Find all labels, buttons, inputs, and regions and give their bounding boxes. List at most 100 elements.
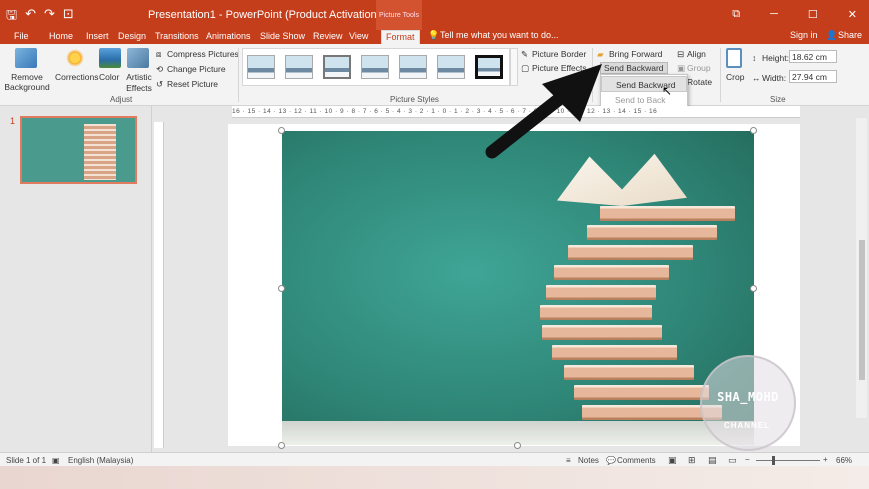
book <box>568 245 693 260</box>
ribbon-display-icon[interactable]: ⧉ <box>732 8 740 21</box>
height-label: Height: <box>762 53 789 63</box>
picture-styles-gallery <box>242 48 510 86</box>
normal-view-icon[interactable]: ▣ <box>668 455 677 466</box>
sign-in-link[interactable]: Sign in <box>790 30 818 40</box>
undo-icon[interactable]: ↶ <box>25 6 36 28</box>
book <box>546 285 656 300</box>
corrections-button[interactable]: Corrections <box>55 72 98 82</box>
width-icon: ↔ <box>752 73 761 83</box>
save-icon[interactable]: 🖫 <box>6 6 17 28</box>
share-button[interactable]: Share <box>838 30 862 40</box>
scrollbar-thumb[interactable] <box>859 240 865 380</box>
resize-handle[interactable] <box>750 285 757 292</box>
corrections-icon <box>64 48 86 68</box>
maximize-icon[interactable]: ☐ <box>808 8 818 21</box>
remove-background-button[interactable]: Remove Background <box>4 72 50 92</box>
style-thumb[interactable] <box>247 55 275 79</box>
tab-view[interactable]: View <box>349 30 368 44</box>
language-indicator[interactable]: English (Malaysia) <box>68 456 133 465</box>
status-bar: Slide 1 of 1 ▣ English (Malaysia) ≡ Note… <box>0 452 869 466</box>
width-input[interactable]: 27.94 cm <box>789 70 837 83</box>
book <box>540 305 652 320</box>
ribbon-tabs: File Home Insert Design Transitions Animation… <box>0 30 869 44</box>
style-thumb[interactable] <box>361 55 389 79</box>
minimize-icon[interactable]: ─ <box>770 8 778 21</box>
mouse-cursor-icon: ↖ <box>662 84 673 98</box>
book <box>600 206 735 221</box>
book <box>587 225 717 240</box>
zoom-level[interactable]: 66% <box>836 456 852 465</box>
artistic-effects-button[interactable]: Artistic Effects <box>124 72 154 94</box>
height-icon: ↕ <box>752 53 757 63</box>
slide-count: Slide 1 of 1 <box>6 456 47 465</box>
tab-insert[interactable]: Insert <box>86 30 109 44</box>
ribbon: Remove Background Corrections Color Arti… <box>0 44 869 106</box>
quick-access-toolbar: 🖫 ↶ ↷ ⊡ <box>6 6 74 28</box>
books-picture[interactable] <box>282 131 754 445</box>
book <box>542 325 662 340</box>
tab-home[interactable]: Home <box>49 30 73 44</box>
width-label: Width: <box>762 73 787 83</box>
book <box>574 385 709 400</box>
watermark-name: SHA_MOHD <box>717 390 779 404</box>
change-picture-icon: ⟲ <box>156 64 164 74</box>
group-button[interactable]: Group <box>687 63 711 73</box>
style-thumb[interactable] <box>399 55 427 79</box>
height-input[interactable]: 18.62 cm <box>789 50 837 63</box>
slide-thumbnail[interactable] <box>20 116 137 184</box>
align-icon: ⊟ <box>677 49 685 59</box>
resize-handle[interactable] <box>514 442 521 449</box>
resize-handle[interactable] <box>750 127 757 134</box>
compress-pictures-button[interactable]: Compress Pictures <box>167 49 239 59</box>
color-icon <box>99 48 121 68</box>
zoom-out-icon[interactable]: − <box>745 455 750 464</box>
reset-picture-icon: ↺ <box>156 79 164 89</box>
picture-tools-header: Picture Tools <box>376 0 422 30</box>
zoom-slider[interactable] <box>756 460 820 461</box>
resize-handle[interactable] <box>278 442 285 449</box>
redo-icon[interactable]: ↷ <box>44 6 55 28</box>
tab-format[interactable]: Format <box>381 30 420 44</box>
style-thumb[interactable] <box>285 55 313 79</box>
crop-icon <box>726 48 742 68</box>
size-group-label: Size <box>770 95 786 104</box>
tab-review[interactable]: Review <box>313 30 343 44</box>
window-title: Presentation1 - PowerPoint (Product Acti… <box>148 9 414 21</box>
window-controls: ⧉ ─ ☐ ✕ <box>732 8 857 21</box>
change-picture-button[interactable]: Change Picture <box>167 64 226 74</box>
reset-picture-button[interactable]: Reset Picture <box>167 79 218 89</box>
spellcheck-icon[interactable]: ▣ <box>52 456 60 465</box>
slide-sorter-icon[interactable]: ⊞ <box>688 455 696 466</box>
crop-button[interactable]: Crop <box>726 72 744 82</box>
tab-file[interactable]: File <box>14 30 29 44</box>
watermark-channel: CHANNEL <box>723 421 771 430</box>
remove-background-icon <box>15 48 37 68</box>
slideshow-icon[interactable]: ▭ <box>728 455 737 466</box>
present-icon[interactable]: ⊡ <box>63 6 74 28</box>
zoom-slider-thumb[interactable] <box>772 456 775 465</box>
book <box>564 365 694 380</box>
adjust-group-label: Adjust <box>110 95 133 104</box>
style-thumb[interactable] <box>437 55 465 79</box>
book <box>552 345 677 360</box>
tab-transitions[interactable]: Transitions <box>155 30 199 44</box>
tab-slide-show[interactable]: Slide Show <box>260 30 305 44</box>
tab-animations[interactable]: Animations <box>206 30 251 44</box>
tab-design[interactable]: Design <box>118 30 146 44</box>
reading-view-icon[interactable]: ▤ <box>708 455 717 466</box>
close-icon[interactable]: ✕ <box>848 8 857 21</box>
notes-button[interactable]: Notes <box>578 456 599 465</box>
comments-button[interactable]: Comments <box>617 456 656 465</box>
book <box>554 265 669 280</box>
style-thumb[interactable] <box>323 55 351 79</box>
align-button[interactable]: Align <box>687 49 706 59</box>
group-divider <box>238 48 239 102</box>
rotate-button[interactable]: Rotate <box>687 77 712 87</box>
resize-handle[interactable] <box>278 285 285 292</box>
vertical-ruler <box>154 122 164 448</box>
tell-me-input[interactable]: Tell me what you want to do... <box>440 30 559 40</box>
zoom-in-icon[interactable]: + <box>823 455 828 464</box>
resize-handle[interactable] <box>278 127 285 134</box>
artistic-effects-icon <box>127 48 149 68</box>
color-button[interactable]: Color <box>99 72 119 82</box>
